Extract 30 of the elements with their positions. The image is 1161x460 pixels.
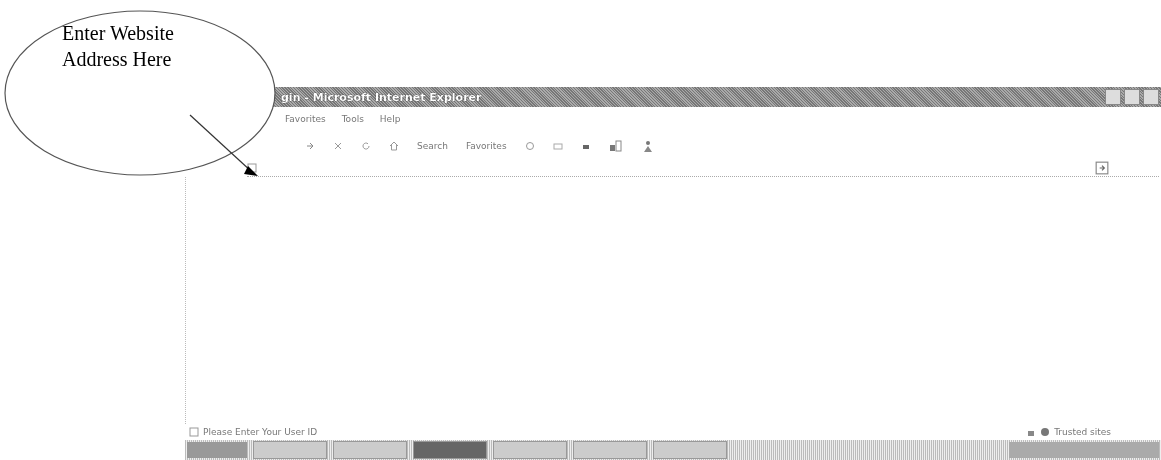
status-text: Please Enter Your User ID — [203, 427, 318, 437]
favorites-button[interactable]: Favorites — [465, 141, 507, 151]
callout-text: Enter Website Address Here — [62, 21, 175, 72]
refresh-icon[interactable] — [361, 141, 371, 151]
taskbar-button[interactable] — [493, 441, 567, 459]
security-zone: Trusted sites — [1054, 427, 1111, 437]
page-icon — [247, 163, 257, 173]
home-icon[interactable] — [389, 141, 399, 151]
search-button[interactable]: Search — [417, 141, 448, 151]
taskbar-button[interactable] — [413, 441, 487, 459]
taskbar-button[interactable] — [253, 441, 327, 459]
close-button[interactable] — [1143, 89, 1159, 105]
history-icon[interactable] — [524, 141, 535, 151]
globe-icon — [1040, 427, 1051, 437]
minimize-button[interactable] — [1105, 89, 1121, 105]
start-button[interactable] — [187, 442, 247, 458]
address-field[interactable] — [247, 160, 1159, 177]
menu-item[interactable]: Tools — [341, 114, 364, 132]
page-icon — [189, 427, 199, 437]
taskbar-button[interactable] — [573, 441, 647, 459]
taskbar-button[interactable] — [333, 441, 407, 459]
go-icon[interactable] — [1095, 161, 1109, 175]
menu-item[interactable]: Favorites — [285, 114, 326, 132]
mail-icon[interactable] — [552, 141, 563, 151]
forward-icon[interactable] — [305, 141, 315, 151]
maximize-button[interactable] — [1124, 89, 1140, 105]
taskbar-button[interactable] — [653, 441, 727, 459]
window-title: gin - Microsoft Internet Explorer — [281, 90, 482, 104]
menu-item[interactable]: Help — [379, 114, 401, 132]
stop-icon[interactable] — [333, 141, 343, 151]
